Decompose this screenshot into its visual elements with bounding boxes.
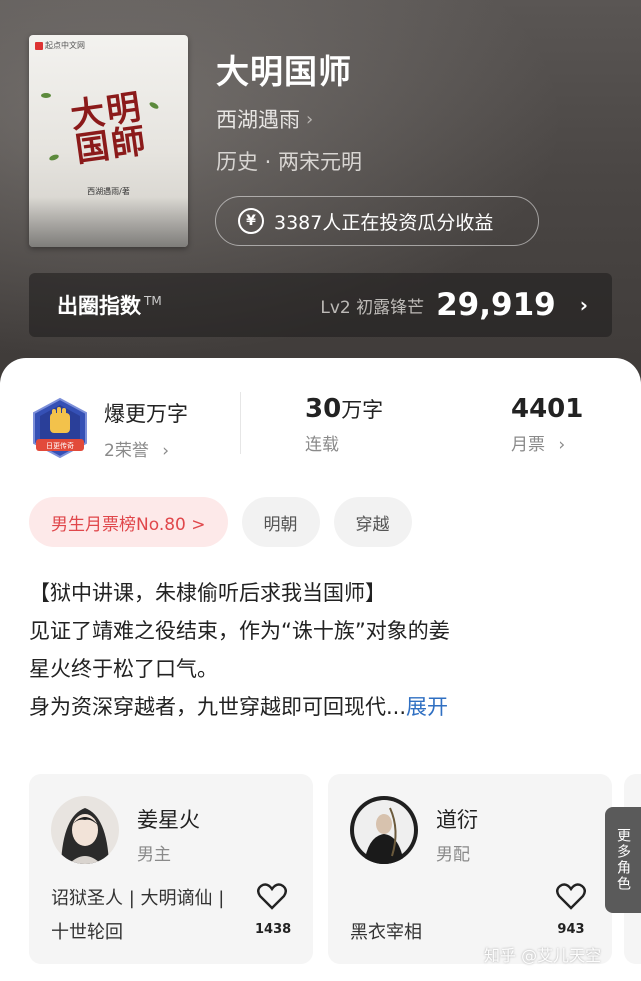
- tag-time-travel[interactable]: 穿越: [333, 497, 412, 547]
- serial-status: 连载: [305, 435, 339, 455]
- chevron-right-icon: ›: [306, 108, 314, 130]
- author-name: 西湖遇雨: [216, 108, 300, 132]
- description-line: 身为资深穿越者，九世穿越即可回现代...展开: [29, 688, 619, 726]
- author-link[interactable]: 西湖遇雨 ›: [216, 104, 313, 134]
- cover-landscape: [29, 197, 188, 247]
- trademark-mark: TM: [144, 294, 162, 308]
- cover-author: 西湖遇雨/著: [87, 187, 130, 196]
- index-level: Lv2 初露锋芒: [320, 297, 425, 318]
- word-count-unit: 万字: [341, 398, 384, 422]
- tag-ming-dynasty[interactable]: 明朝: [241, 497, 320, 547]
- role-description: 诏狱圣人 | 大明谪仙 | 十世轮回: [51, 888, 225, 943]
- monthly-ticket-label: 月票 ›: [511, 430, 583, 455]
- like-button[interactable]: 1438: [255, 882, 292, 937]
- monthly-ticket-count: 4401: [511, 394, 584, 424]
- like-count: 1438: [255, 922, 292, 937]
- index-label: 出圈指数 TM: [57, 290, 162, 320]
- genre-label: 历史 · 两宋元明: [216, 150, 363, 174]
- leaf-icon: [148, 100, 160, 111]
- leaf-icon: [48, 153, 60, 162]
- yen-icon: ¥: [238, 208, 264, 234]
- book-title: 大明国师: [216, 52, 352, 91]
- description-line: 星火终于松了口气。: [29, 657, 218, 681]
- role-type: 男主: [137, 845, 171, 865]
- chevron-right-icon: ›: [579, 293, 588, 317]
- honor-title: 爆更万字: [104, 402, 188, 426]
- role-card[interactable]: 道衍 男配 黑衣宰相 943: [328, 774, 612, 964]
- cover-title-char: 師: [108, 121, 146, 166]
- role-type: 男配: [436, 845, 470, 865]
- rank-tag[interactable]: 男生月票榜No.80 >: [29, 497, 228, 547]
- cover-brand-text: 起点中文网: [45, 41, 85, 50]
- cover-title: 大明 国師: [68, 88, 146, 171]
- more-roles-button[interactable]: 更多角色: [605, 807, 641, 913]
- brand-logo-icon: [35, 41, 43, 50]
- invest-button[interactable]: ¥ 3387人正在投资瓜分收益: [215, 196, 539, 246]
- honor-badge-icon: 日更传奇: [33, 397, 87, 459]
- role-card[interactable]: 姜星火 男主 诏狱圣人 | 大明谪仙 | 十世轮回 1438: [29, 774, 313, 964]
- book-cover[interactable]: 起点中文网 大明 国師 西湖遇雨/著: [29, 35, 188, 247]
- leaf-icon: [41, 93, 51, 98]
- honor-block[interactable]: 爆更万字 2荣誉 ›: [104, 398, 188, 461]
- invest-text: 3387人正在投资瓜分收益: [274, 211, 494, 234]
- chevron-right-icon: ›: [162, 441, 170, 461]
- role-name: 姜星火: [137, 808, 200, 832]
- cover-title-char: 国: [72, 126, 111, 171]
- badge-caption: 日更传奇: [46, 441, 74, 450]
- heart-icon: [257, 883, 287, 910]
- word-count-block: 30万字 连载: [305, 394, 383, 455]
- avatar: [350, 796, 418, 864]
- like-button[interactable]: 943: [554, 882, 588, 937]
- heart-icon: [556, 883, 586, 910]
- popularity-index-bar[interactable]: 出圈指数 TM Lv2 初露锋芒 29,919 ›: [29, 273, 612, 337]
- avatar: [51, 796, 119, 864]
- index-value: 29,919: [436, 287, 556, 323]
- divider: [240, 392, 241, 454]
- description-line-text: 身为资深穿越者，九世穿越即可回现代...: [29, 695, 407, 719]
- expand-link[interactable]: 展开: [406, 695, 448, 719]
- book-description: 【狱中讲课，朱棣偷听后求我当国师】 见证了靖难之役结束，作为“诛十族”对象的姜 …: [29, 574, 619, 726]
- honor-count: 2荣誉 ›: [104, 436, 188, 461]
- tag-list: 男生月票榜No.80 > 明朝 穿越: [29, 497, 412, 547]
- monthly-ticket-label-text: 月票: [511, 435, 545, 455]
- index-label-text: 出圈指数: [57, 294, 141, 318]
- honor-count-text: 2荣誉: [104, 441, 149, 461]
- watermark: 知乎 @艾儿天空: [484, 946, 602, 965]
- word-count: 30万字: [305, 394, 383, 424]
- monthly-ticket-block[interactable]: 4401 月票 ›: [511, 394, 583, 455]
- description-line: 见证了靖难之役结束，作为“诛十族”对象的姜: [29, 619, 450, 643]
- like-count: 943: [557, 922, 585, 937]
- role-name: 道衍: [436, 808, 478, 832]
- chevron-right-icon: ›: [558, 435, 566, 455]
- cover-brand: 起点中文网: [35, 40, 85, 51]
- word-count-number: 30: [305, 394, 342, 424]
- description-line: 【狱中讲课，朱棣偷听后求我当国师】: [29, 581, 386, 605]
